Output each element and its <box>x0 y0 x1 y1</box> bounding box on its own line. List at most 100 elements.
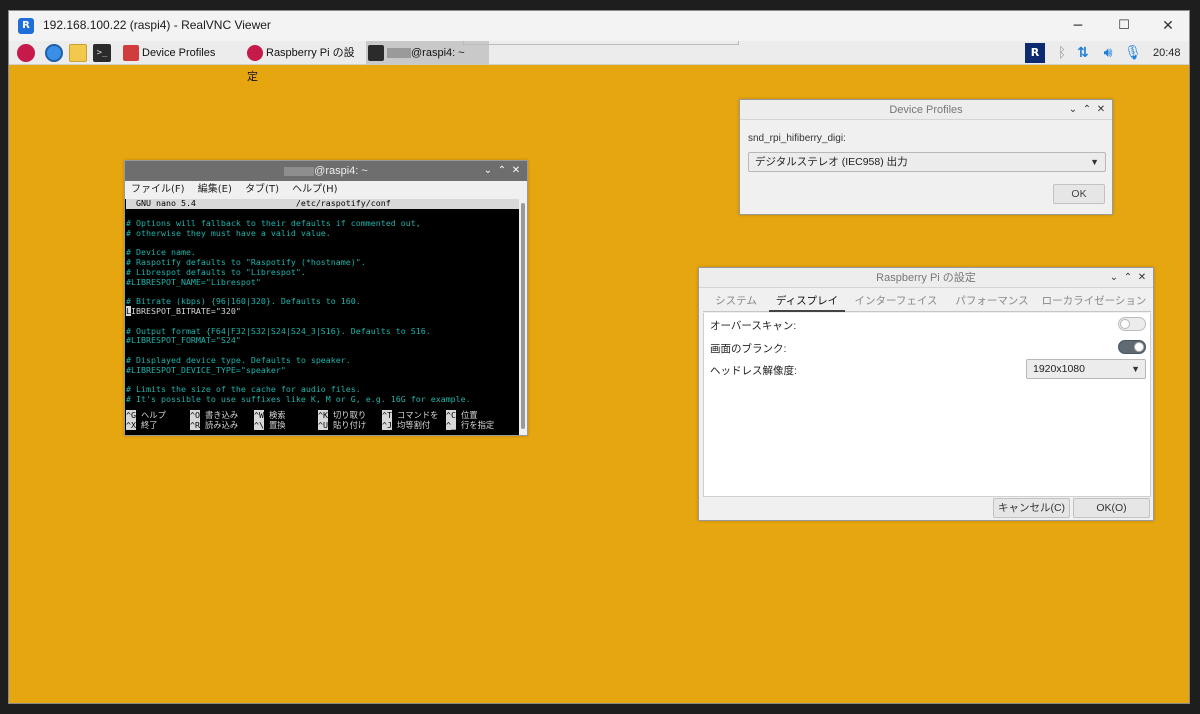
overscan-toggle[interactable] <box>1118 317 1146 331</box>
shortcut-label: 終了 <box>136 420 158 430</box>
headless-resolution-select[interactable]: 1920x1080 ▼ <box>1026 359 1146 379</box>
toggle-knob <box>1120 319 1130 329</box>
scrollbar-thumb[interactable] <box>521 203 525 429</box>
task-label: Device Profiles <box>142 47 216 59</box>
menu-tabs[interactable]: タブ(T) <box>245 184 279 195</box>
tab-performance[interactable]: パフォーマンス <box>947 290 1037 312</box>
task-label: Raspberry Pi の設定 <box>247 47 355 83</box>
chevron-down-icon[interactable]: ⌄ <box>1066 100 1080 120</box>
volume-icon[interactable]: 🔊︎ <box>1098 43 1118 63</box>
nano-line: LIBRESPOT_BITRATE="320" <box>126 305 520 317</box>
nano-line: #LIBRESPOT_FORMAT="S24" <box>126 335 241 346</box>
cancel-button[interactable]: キャンセル(C) <box>993 498 1070 518</box>
headless-resolution-label: ヘッドレス解像度: <box>710 365 797 377</box>
shortcut-label: 置換 <box>264 420 286 430</box>
tab-interfaces[interactable]: インターフェイス <box>847 290 945 312</box>
vnc-titlebar[interactable]: R 192.168.100.22 (raspi4) - RealVNC View… <box>9 11 1189 41</box>
file-manager-icon[interactable] <box>69 44 87 62</box>
shortcut-key: ^U <box>318 420 328 430</box>
network-icon[interactable]: ⇅ <box>1073 43 1093 63</box>
redacted-username <box>387 48 411 59</box>
menu-help[interactable]: ヘルプ(H) <box>292 184 337 195</box>
terminal-titlebar[interactable]: @raspi4: ~ ⌄ ⌃ ✕ <box>125 161 527 181</box>
clock[interactable]: 20:48 <box>1153 41 1181 65</box>
dropdown-arrow-icon: ▼ <box>1090 157 1099 167</box>
chevron-down-icon[interactable]: ⌄ <box>1107 268 1121 288</box>
terminal-scrollbar[interactable] <box>519 199 527 435</box>
window-title: 192.168.100.22 (raspi4) - RealVNC Viewer <box>43 18 271 32</box>
dialog-title: Raspberry Pi の設定 <box>876 272 976 284</box>
shortcut-key: ^W <box>254 410 264 420</box>
pi-desktop: >_ Device Profiles Raspberry Pi の設定 @ras… <box>9 41 1189 703</box>
shortcut-key: ^\ <box>254 420 264 430</box>
nano-shortcut: ^U 貼り付け <box>318 420 366 431</box>
microphone-icon[interactable]: 🎙︎ <box>1123 43 1143 63</box>
terminal-screen[interactable]: GNU nano 5.4 /etc/raspotify/conf # Optio… <box>126 199 520 435</box>
raspberry-icon <box>247 45 263 62</box>
ok-button[interactable]: OK <box>1053 184 1105 204</box>
shortcut-label: 検索 <box>264 410 286 420</box>
taskbar-device-profiles[interactable]: Device Profiles <box>121 41 241 65</box>
realvnc-app-icon: R <box>18 18 34 34</box>
tab-localisation[interactable]: ローカライゼーション <box>1037 290 1151 312</box>
nano-shortcut: ^_ 行を指定 <box>446 420 494 431</box>
taskbar-rpi-config[interactable]: Raspberry Pi の設定 <box>245 41 365 83</box>
nano-line: #LIBRESPOT_NAME="Librespot" <box>126 276 261 287</box>
blanking-label: 画面のブランク: <box>710 343 787 355</box>
overscan-label: オーバースキャン: <box>710 320 797 332</box>
vnc-viewer-window: R 192.168.100.22 (raspi4) - RealVNC View… <box>8 10 1190 704</box>
nano-shortcut: ^R 読み込み <box>190 420 239 431</box>
close-icon[interactable]: ✕ <box>1094 100 1108 120</box>
taskbar-panel: >_ Device Profiles Raspberry Pi の設定 @ras… <box>9 41 1189 83</box>
shortcut-key: ^J <box>382 420 392 430</box>
shortcut-row: ^X 終了 ^R 読み込み ^\ 置換 ^U 貼り付け ^J 均等割付 ^_ 行を指定 <box>126 420 520 431</box>
device-profiles-titlebar[interactable]: Device Profiles ⌄ ⌃ ✕ <box>740 100 1112 120</box>
terminal-title: @raspi4: ~ <box>314 165 368 177</box>
shortcut-key: ^O <box>190 410 200 420</box>
shortcut-key: ^G <box>126 410 136 420</box>
shortcut-key: ^X <box>126 420 136 430</box>
shortcut-label: コマンドを <box>392 410 439 420</box>
selected-profile: デジタルステレオ (IEC958) 出力 <box>755 156 908 168</box>
shortcut-key: ^T <box>382 410 392 420</box>
minimize-button[interactable]: ─ <box>1055 11 1101 41</box>
shortcut-label: 切り取り <box>328 410 367 420</box>
nano-buffer: # Options will fallback to their default… <box>126 209 520 405</box>
rpi-config-titlebar[interactable]: Raspberry Pi の設定 ⌄ ⌃ ✕ <box>699 268 1153 288</box>
toggle-knob <box>1134 342 1144 352</box>
chevron-up-icon[interactable]: ⌃ <box>1121 268 1135 288</box>
web-browser-icon[interactable] <box>45 44 63 62</box>
maximize-button[interactable]: ☐ <box>1101 11 1147 41</box>
terminal-icon <box>368 45 384 62</box>
dialog-title: Device Profiles <box>889 104 963 116</box>
tab-display[interactable]: ディスプレイ <box>769 290 845 312</box>
vnc-icon[interactable]: R <box>1025 43 1045 63</box>
screen-blanking-toggle[interactable] <box>1118 340 1146 354</box>
menu-edit[interactable]: 編集(E) <box>198 184 232 195</box>
nano-shortcut: ^\ 置換 <box>254 420 286 431</box>
close-button[interactable]: ✕ <box>1145 11 1191 41</box>
tab-system[interactable]: システム <box>703 290 769 312</box>
close-icon[interactable]: ✕ <box>509 161 523 181</box>
chevron-down-icon[interactable]: ⌄ <box>481 161 495 181</box>
profile-select[interactable]: デジタルステレオ (IEC958) 出力 ▼ <box>748 152 1106 172</box>
chevron-up-icon[interactable]: ⌃ <box>1080 100 1094 120</box>
task-label: @raspi4: ~ <box>411 47 465 59</box>
terminal-window: @raspi4: ~ ⌄ ⌃ ✕ ファイル(F) 編集(E) タブ(T) ヘルプ(H… <box>124 160 528 436</box>
chevron-up-icon[interactable]: ⌃ <box>495 161 509 181</box>
nano-line: # It's possible to use suffixes like K, … <box>126 394 471 405</box>
terminal-menubar: ファイル(F) 編集(E) タブ(T) ヘルプ(H) <box>125 181 527 199</box>
ok-button[interactable]: OK(O) <box>1073 498 1150 518</box>
shortcut-label: 書き込み <box>200 410 239 420</box>
close-icon[interactable]: ✕ <box>1135 268 1149 288</box>
shortcut-label: 読み込み <box>200 420 239 430</box>
shortcut-label: ヘルプ <box>136 410 166 420</box>
bluetooth-icon[interactable]: ᛒ <box>1052 43 1072 63</box>
nano-line: # otherwise they must have a valid value… <box>126 227 331 238</box>
panel-spacer <box>463 41 739 45</box>
raspberry-menu-icon[interactable] <box>17 44 35 62</box>
redacted-username <box>284 166 315 176</box>
config-tabs: システム ディスプレイ インターフェイス パフォーマンス ローカライゼーション <box>703 290 1151 312</box>
menu-file[interactable]: ファイル(F) <box>131 184 185 195</box>
terminal-icon[interactable]: >_ <box>93 44 111 62</box>
